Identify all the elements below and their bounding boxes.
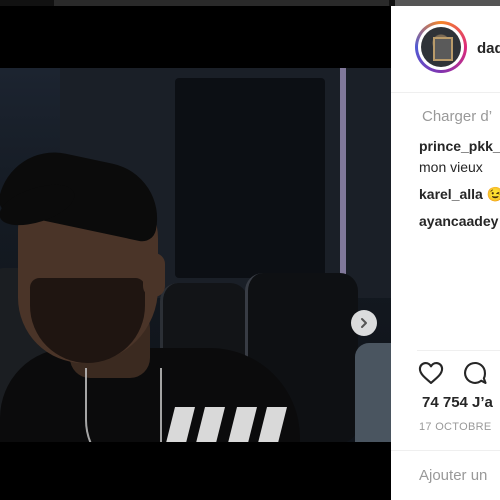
comment-author[interactable]: ayancaadey bbox=[419, 213, 498, 229]
chevron-right-icon bbox=[361, 318, 367, 328]
comment-text: 😉 bbox=[486, 186, 500, 202]
add-comment-bar bbox=[391, 450, 500, 500]
photo-necklace-right bbox=[160, 368, 162, 442]
photo-ear bbox=[143, 253, 165, 297]
comment-line: karel_alla 😉 bbox=[419, 186, 500, 203]
post-date: 17 OCTOBRE bbox=[419, 421, 492, 433]
comment-author[interactable]: karel_alla bbox=[419, 186, 483, 202]
story-ring[interactable] bbox=[415, 21, 467, 73]
photo-shirt-logo bbox=[165, 407, 290, 442]
tab-strip-left bbox=[54, 0, 389, 6]
post-actions bbox=[417, 350, 500, 391]
photo-second-person bbox=[355, 343, 391, 442]
load-more-comments-link[interactable]: Charger d’ bbox=[422, 108, 492, 125]
photo-window-light bbox=[340, 68, 346, 298]
post-author-username[interactable]: dad bbox=[477, 40, 500, 57]
post-photo[interactable] bbox=[0, 68, 391, 442]
comment-text: mon vieux bbox=[419, 159, 483, 175]
comment-bubble-icon[interactable] bbox=[461, 359, 489, 387]
photo-screen bbox=[175, 78, 325, 278]
comment-line: ayancaadey bbox=[419, 213, 498, 229]
post-side-panel: dad Charger d’ prince_pkk_ mon vieux kar… bbox=[391, 6, 500, 500]
comment-author[interactable]: prince_pkk_ bbox=[419, 138, 500, 154]
avatar-frame bbox=[418, 24, 464, 70]
heart-icon[interactable] bbox=[417, 359, 445, 387]
photo-necklace bbox=[85, 368, 167, 442]
carousel-next-button[interactable] bbox=[351, 310, 377, 336]
post-header: dad bbox=[391, 6, 500, 93]
avatar[interactable] bbox=[421, 27, 461, 67]
likes-count[interactable]: 74 754 J’a bbox=[422, 394, 493, 411]
add-comment-input[interactable] bbox=[419, 467, 500, 484]
